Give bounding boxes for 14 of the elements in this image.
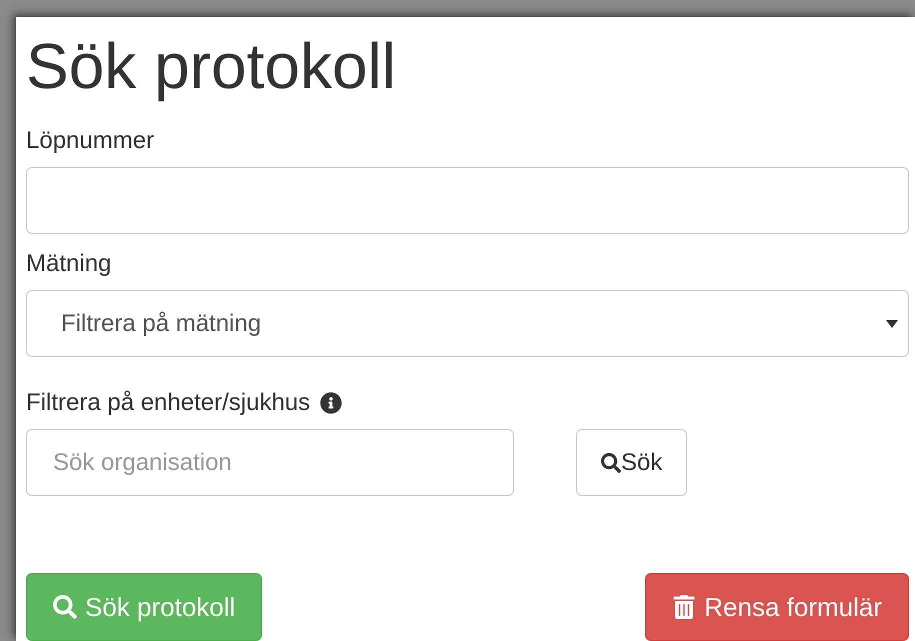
search-icon (53, 595, 77, 620)
clear-button[interactable]: Rensa formulär (645, 573, 909, 641)
page-title: Sök protokoll (26, 31, 397, 102)
field-label: Löpnummer (26, 127, 156, 156)
select-field[interactable]: Filtrera på mätning (26, 290, 909, 358)
trash-icon (672, 595, 696, 620)
search-icon (601, 452, 621, 473)
search-field[interactable]: Sök organisation (26, 429, 514, 496)
field-label: Filtrera på enheter/sjukhus (26, 389, 310, 418)
text-field[interactable] (26, 167, 909, 234)
field-label: Mätning (26, 250, 112, 278)
caret-icon (886, 318, 898, 329)
info-icon[interactable] (320, 392, 342, 414)
search-button[interactable]: Sök (576, 429, 688, 496)
